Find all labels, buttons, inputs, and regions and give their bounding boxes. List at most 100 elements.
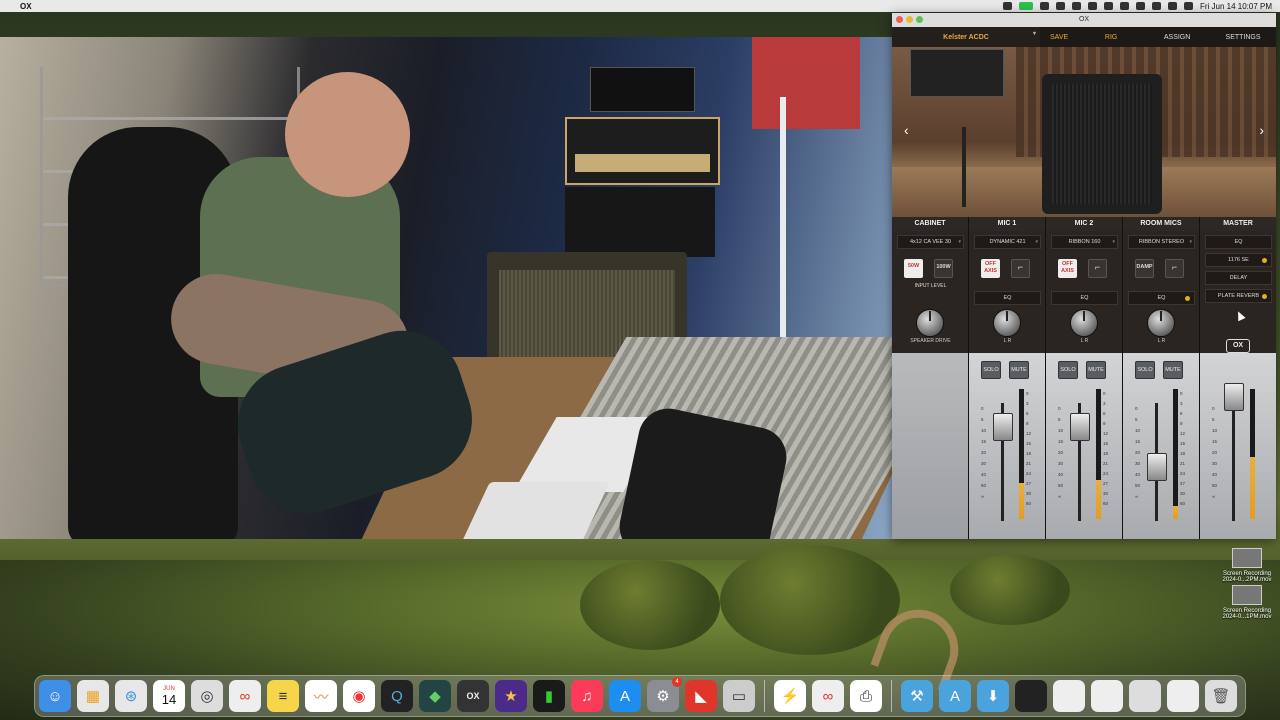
master-eq-button[interactable]: EQ — [1205, 235, 1272, 249]
ox-app-icon[interactable]: OX — [457, 680, 489, 712]
assign-tab[interactable]: ASSIGN — [1144, 27, 1210, 47]
solo-button[interactable]: SOLO — [981, 361, 1001, 379]
mute-button[interactable]: MUTE — [1009, 361, 1029, 379]
solo-button[interactable]: SOLO — [1058, 361, 1078, 379]
launchpad-icon[interactable]: ▦ — [77, 680, 109, 712]
wallpaper-tree — [580, 560, 720, 650]
document-thumbnail-icon[interactable] — [1167, 680, 1199, 712]
master-volume-fader[interactable] — [1224, 383, 1244, 411]
pan-knob[interactable] — [993, 309, 1021, 337]
disk-utility-icon[interactable]: ◎ — [191, 680, 223, 712]
width-knob[interactable] — [1147, 309, 1175, 337]
file-thumbnail — [1232, 548, 1262, 568]
safari-like-icon[interactable]: ⊛ — [115, 680, 147, 712]
volume-icon[interactable] — [1119, 2, 1129, 10]
off-axis-button[interactable]: OFF AXIS — [981, 259, 1000, 278]
filter-curve-button[interactable]: ⌐ — [1011, 259, 1030, 278]
room-cabinet — [1042, 74, 1162, 214]
link-app-icon[interactable]: ∞ — [812, 680, 844, 712]
chevron-right-icon[interactable]: › — [1259, 122, 1264, 138]
settings-tab[interactable]: SETTINGS — [1210, 27, 1276, 47]
downloads-folder-icon[interactable]: ⬇ — [977, 680, 1009, 712]
applications-folder-icon[interactable]: ⚒ — [901, 680, 933, 712]
mute-button[interactable]: MUTE — [1163, 361, 1183, 379]
window-thumbnail-icon[interactable] — [1015, 680, 1047, 712]
search-icon[interactable] — [1167, 2, 1177, 10]
chevron-left-icon[interactable]: ‹ — [904, 122, 909, 138]
amp-head — [565, 187, 715, 257]
volume-fader[interactable] — [1070, 413, 1090, 441]
app-store-icon[interactable]: A — [609, 680, 641, 712]
moon-icon[interactable] — [1087, 2, 1097, 10]
volume-fader[interactable] — [1147, 453, 1167, 481]
eq-button[interactable]: EQ — [1128, 291, 1195, 305]
mute-button[interactable]: MUTE — [1086, 361, 1106, 379]
finder-icon[interactable]: ☺ — [39, 680, 71, 712]
window-titlebar[interactable]: OX — [892, 13, 1276, 27]
control-center-icon[interactable] — [1183, 2, 1193, 10]
settings-icon[interactable]: ⚙ 4 — [647, 677, 682, 712]
mic-2-select[interactable]: RIBBON 160 ▾ — [1051, 235, 1118, 249]
amp-head-marshall — [565, 117, 720, 185]
room-mics-select[interactable]: RIBBON STEREO ▾ — [1128, 235, 1195, 249]
master-delay-button[interactable]: DELAY — [1205, 271, 1272, 285]
imovie-icon[interactable]: ★ — [495, 680, 527, 712]
camera-active-icon[interactable] — [1018, 2, 1033, 10]
save-button[interactable]: SAVE — [1040, 27, 1078, 47]
calendar-icon[interactable]: JUN 14 — [153, 680, 185, 712]
red-app-icon[interactable]: ◣ — [685, 680, 717, 712]
level-meter — [1096, 389, 1101, 519]
filter-curve-button[interactable]: ⌐ — [1088, 259, 1107, 278]
eq-button[interactable]: EQ — [974, 291, 1041, 305]
messenger-icon[interactable]: ⚡ — [774, 680, 806, 712]
apps-folder-icon[interactable]: A — [939, 680, 971, 712]
notes-icon[interactable]: ≡ — [267, 680, 299, 712]
rig-name-label: Kelster ACDC — [943, 33, 989, 41]
desktop-file[interactable]: Screen Recording 2024-0...2PM.mov — [1216, 548, 1278, 583]
quicktime-icon[interactable]: Q — [381, 680, 413, 712]
shield-icon[interactable] — [1055, 2, 1065, 10]
menu-clock[interactable]: Fri Jun 14 10:07 PM — [1200, 2, 1272, 11]
filter-curve-button[interactable]: ⌐ — [1165, 259, 1184, 278]
wifi-icon[interactable] — [1151, 2, 1161, 10]
battery-icon[interactable] — [1135, 2, 1145, 10]
status-icon[interactable] — [1039, 2, 1049, 10]
mic-1-select[interactable]: DYNAMIC 421 ▾ — [974, 235, 1041, 249]
fader-scale: 0 5 10 15 20 30 40 50 ∞ — [1212, 406, 1218, 499]
app-menu-name[interactable]: OX — [20, 2, 32, 11]
master-1176-button[interactable]: 1176 SE — [1205, 253, 1272, 267]
music-icon[interactable]: ♫ — [571, 680, 603, 712]
eq-button[interactable]: EQ — [1051, 291, 1118, 305]
printer-icon[interactable]: ⎙ — [850, 680, 882, 712]
document-thumbnail-icon[interactable] — [1091, 680, 1123, 712]
volume-fader[interactable] — [993, 413, 1013, 441]
master-plate-reverb-button[interactable]: PLATE REVERB — [1205, 289, 1272, 303]
close-button[interactable] — [896, 16, 903, 23]
document-thumbnail-icon[interactable] — [1053, 680, 1085, 712]
off-axis-button[interactable]: OFF AXIS — [1058, 259, 1077, 278]
zoom-button[interactable] — [916, 16, 923, 23]
50w-button[interactable]: 50W — [904, 259, 923, 278]
chrome-icon[interactable]: ◉ — [343, 680, 375, 712]
speaker-drive-knob[interactable] — [916, 309, 944, 337]
100w-button[interactable]: 100W — [934, 259, 953, 278]
status-icon[interactable] — [1103, 2, 1113, 10]
solo-button[interactable]: SOLO — [1135, 361, 1155, 379]
status-icon[interactable] — [1071, 2, 1081, 10]
desktop-file[interactable]: Screen Recording 2024-0...1PM.mov — [1216, 585, 1278, 620]
rig-name-selector[interactable]: Kelster ACDC ▾ — [892, 27, 1040, 47]
logic-icon[interactable]: ▮ — [533, 680, 565, 712]
rig-tab[interactable]: RIG — [1078, 27, 1144, 47]
image-capture-icon[interactable]: ▭ — [723, 680, 755, 712]
diamond-app-icon[interactable]: ◆ — [419, 680, 451, 712]
trash-icon[interactable]: 🗑 — [1205, 680, 1237, 712]
pan-knob[interactable] — [1070, 309, 1098, 337]
screenshot-thumbnail-icon[interactable] — [1129, 680, 1161, 712]
damp-button[interactable]: DAMP — [1135, 259, 1154, 278]
cabinet-select[interactable]: 4x12 CA VEE 30 ▾ — [897, 235, 964, 249]
link-app-icon[interactable]: ∞ — [229, 680, 261, 712]
status-icon[interactable] — [1002, 2, 1012, 10]
person-head — [285, 72, 410, 197]
freeform-icon[interactable]: 〰 — [305, 680, 337, 712]
minimize-button[interactable] — [906, 16, 913, 23]
